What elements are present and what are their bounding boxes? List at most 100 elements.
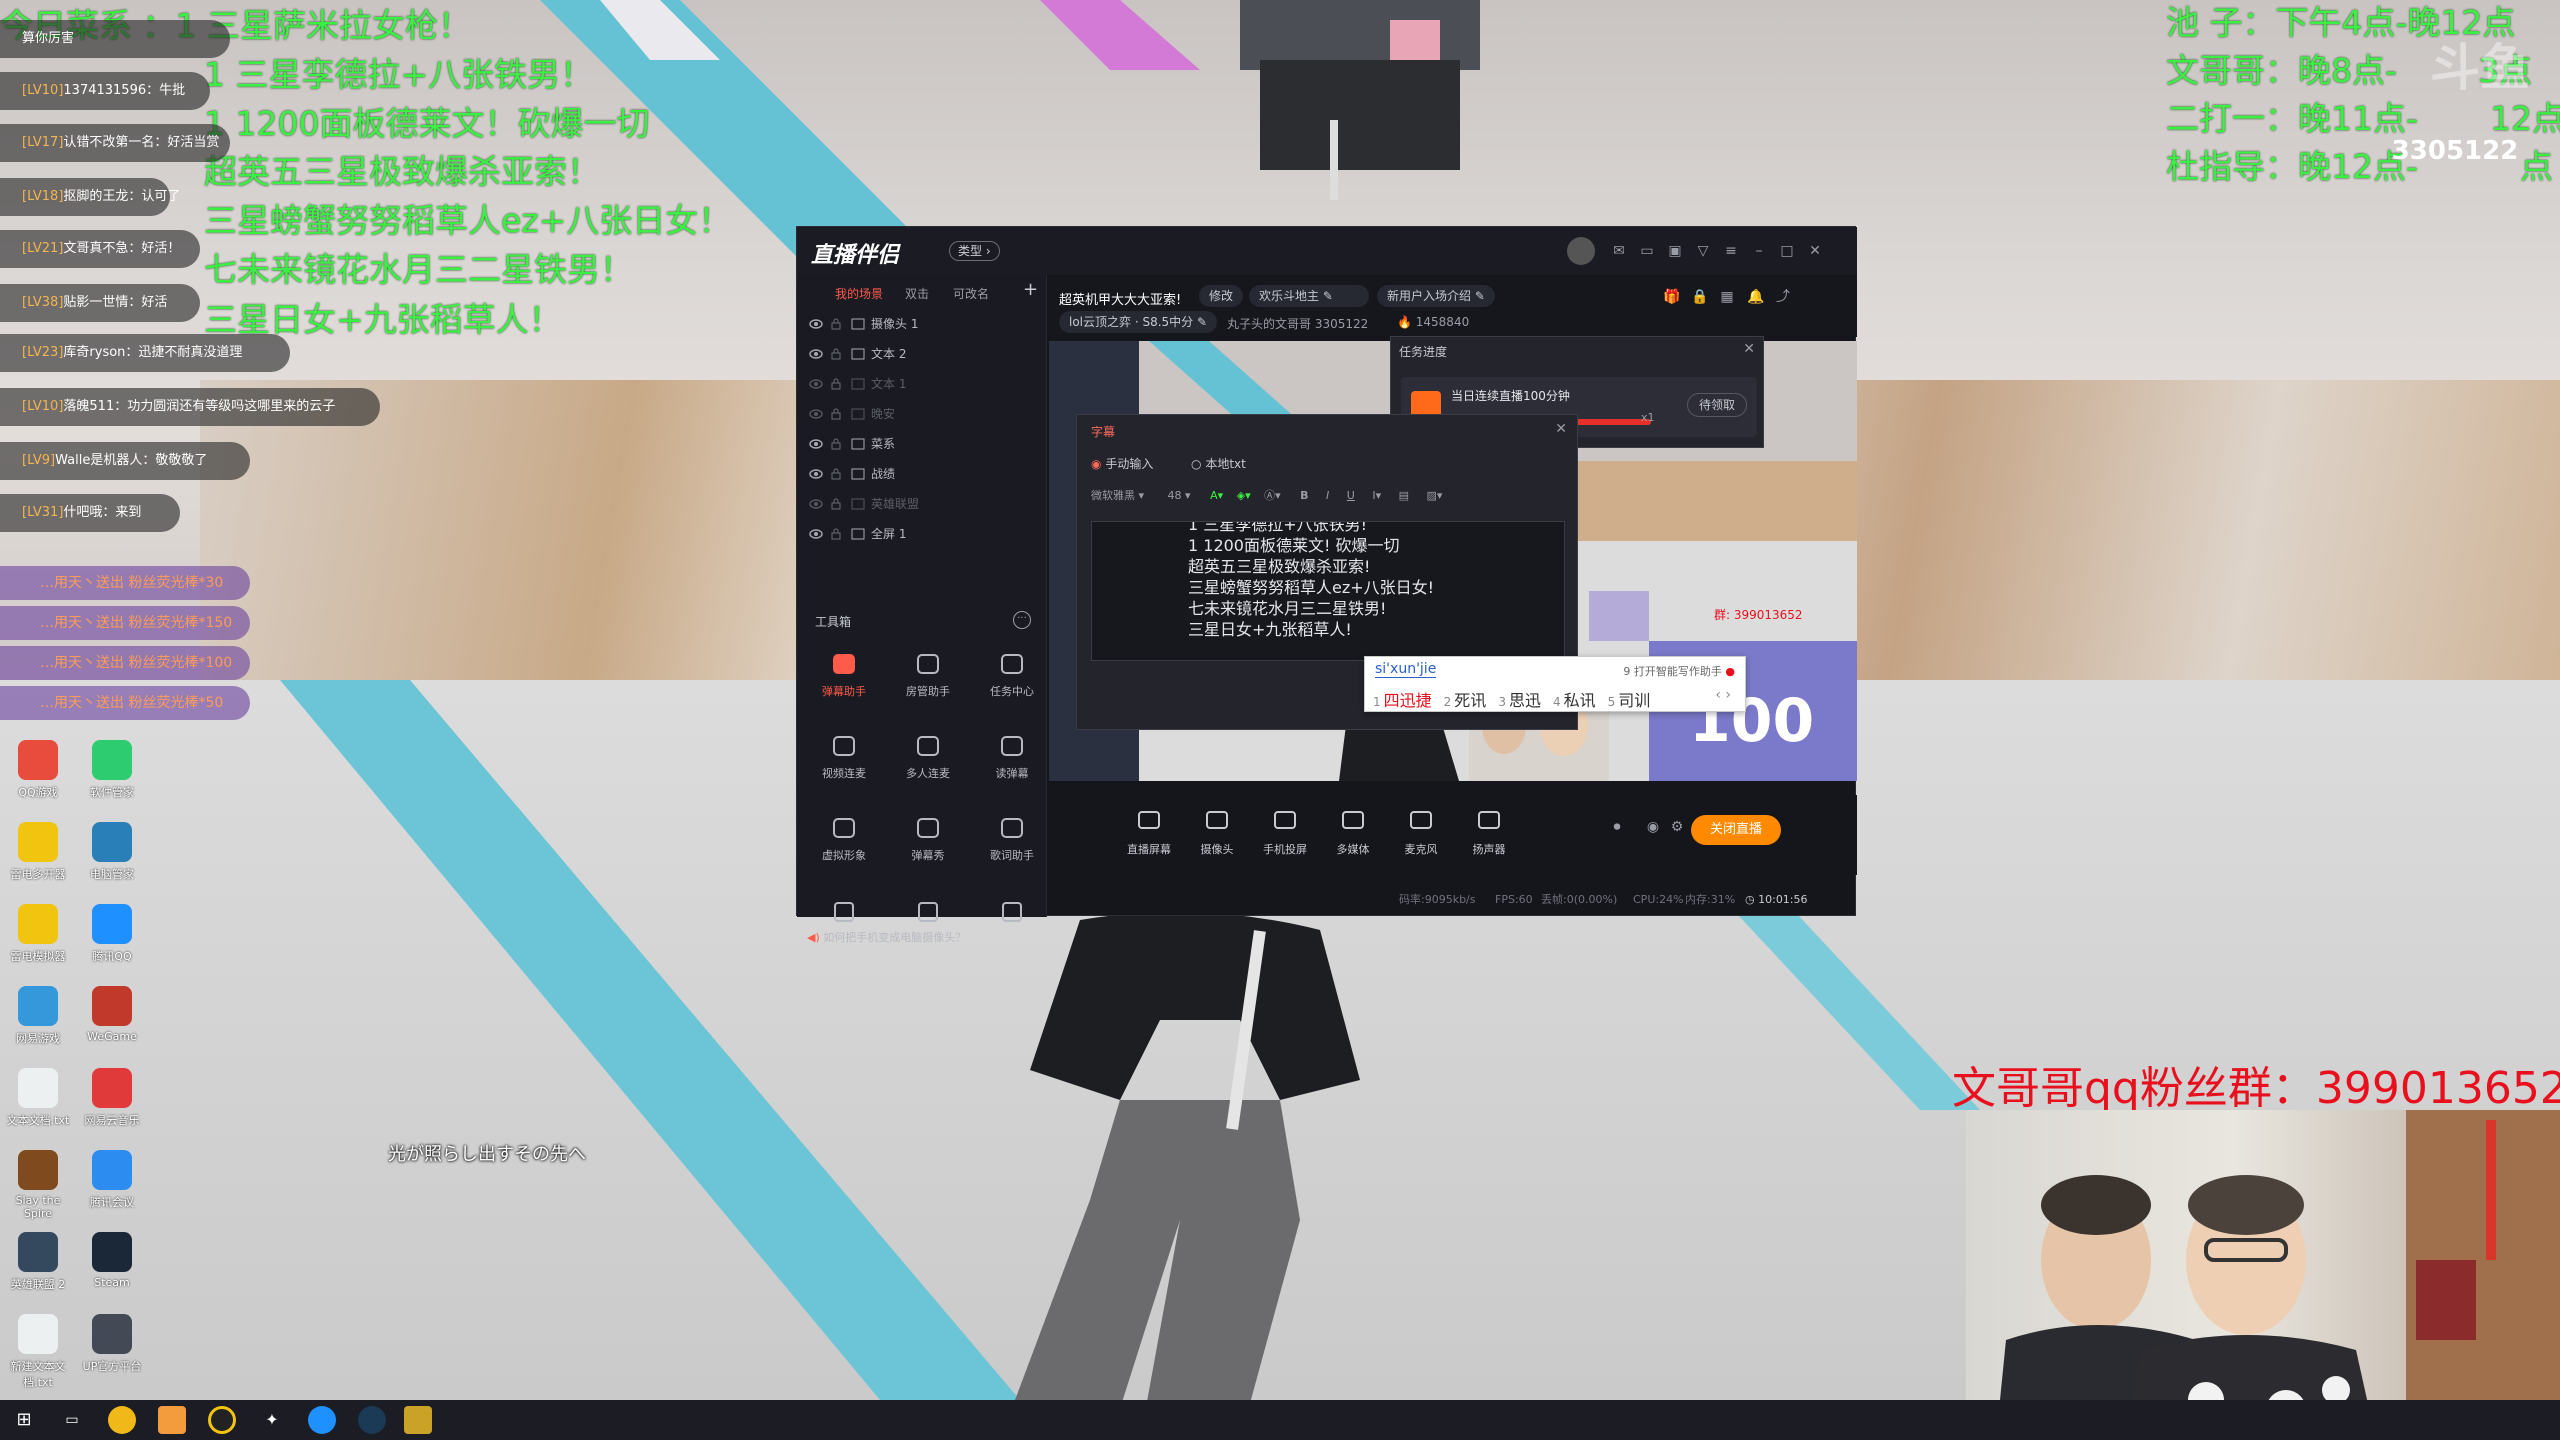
eye-icon[interactable] [809,378,823,390]
eye-icon[interactable] [809,408,823,420]
highlight-icon[interactable]: ◈▾ [1237,489,1251,502]
desktop-icon[interactable]: 电脑管家 [76,822,148,882]
underline-icon[interactable]: U [1347,489,1355,502]
italic-icon[interactable]: I [1326,489,1329,502]
tool-button[interactable]: 读弹幕 [977,731,1047,781]
subtitle-close-icon[interactable]: ✕ [1555,421,1567,437]
ime-candidate[interactable]: 1 四迅捷 [1373,691,1432,710]
edit-title-button[interactable]: 修改 [1199,285,1244,307]
scene-item[interactable]: 文本 1 [797,369,1047,399]
eye-icon[interactable] [809,318,823,330]
scene-item[interactable]: 英雄联盟 [797,489,1047,519]
tool-button-partial[interactable] [977,897,1047,931]
close-icon[interactable]: ✕ [1807,243,1823,259]
scene-item[interactable]: 菜系 [797,429,1047,459]
eye-icon[interactable] [809,528,823,540]
font-color-icon[interactable]: A▾ [1210,489,1223,502]
radio-local-txt[interactable]: ○ 本地txt [1191,455,1246,472]
layout-icon[interactable]: ▦ [1719,289,1735,305]
bell-icon[interactable]: 🔔 [1747,289,1764,305]
qq-taskbar-icon[interactable] [308,1406,336,1434]
gift-icon[interactable]: 🎁 [1663,289,1680,305]
desktop-icon[interactable]: UP官方平台 [76,1314,148,1374]
tool-button[interactable]: 任务中心 [977,649,1047,699]
scene-item[interactable]: 晚安 [797,399,1047,429]
lock-icon[interactable] [831,377,841,390]
record-icon[interactable]: ⏺ [1609,819,1625,835]
font-select[interactable]: 微软雅黑 ▾ [1091,489,1144,502]
filter-icon[interactable]: ▽ [1695,243,1711,259]
tool-button-partial[interactable] [809,897,879,931]
lock-icon[interactable] [831,347,841,360]
lock-icon[interactable] [831,407,841,420]
tool-button[interactable]: 弹幕助手 [809,649,879,699]
tool-button[interactable]: 虚拟形象 [809,813,879,863]
ime-page-icons[interactable]: ‹ › [1715,687,1731,703]
task-view-icon[interactable]: ▭ [58,1406,86,1434]
control-button[interactable]: 摄像头 [1187,807,1247,857]
tool-button[interactable]: 多人连麦 [893,731,963,781]
eye-icon[interactable] [809,468,823,480]
image-icon[interactable]: ▨▾ [1427,489,1443,502]
live-companion-taskbar-icon[interactable] [158,1406,186,1434]
control-button[interactable]: 扬声器 [1459,807,1519,857]
lock-icon[interactable] [831,527,841,540]
desktop-icon[interactable]: WeGame [76,986,148,1043]
desktop-icon[interactable]: 腾讯会议 [76,1150,148,1210]
scene-item[interactable]: 文本 2 [797,339,1047,369]
lock-icon[interactable] [831,317,841,330]
size-select[interactable]: 48 ▾ [1168,489,1191,502]
desktop-icon[interactable]: 雷电多开器 [2,822,74,882]
scene-item[interactable]: 全屏 1 [797,519,1047,549]
tab-renamable[interactable]: 可改名 [953,285,989,302]
tab-double-click[interactable]: 双击 [905,285,929,302]
eye-icon[interactable]: ◉ [1645,819,1661,835]
minimize-icon[interactable]: – [1751,243,1767,259]
control-button[interactable]: 直播屏幕 [1119,807,1179,857]
scene-item[interactable]: 战绩 [797,459,1047,489]
radio-manual-input[interactable]: ◉ 手动输入 [1091,455,1153,472]
desktop-icon[interactable]: Steam [76,1232,148,1289]
app-taskbar-icon[interactable]: ✦ [258,1406,286,1434]
desktop-icon[interactable]: 腾讯QQ [76,904,148,964]
tab-my-scenes[interactable]: 我的场景 [835,285,883,302]
eye-icon[interactable] [809,348,823,360]
desktop-icon[interactable]: 文本文档.txt [2,1068,74,1128]
browser-taskbar-icon[interactable] [108,1406,136,1434]
mail-icon[interactable]: ✉ [1611,243,1627,259]
windows-start-icon[interactable]: ⊞ [10,1406,38,1434]
ime-candidate[interactable]: 5 司训 [1608,691,1651,710]
task-close-icon[interactable]: ✕ [1743,341,1755,357]
desktop-icon[interactable]: 雷电模拟器 [2,904,74,964]
tool-button[interactable]: 房管助手 [893,649,963,699]
game-taskbar-icon[interactable] [358,1406,386,1434]
ime-candidate[interactable]: 3 思迅 [1498,691,1541,710]
add-scene-icon[interactable]: + [1023,279,1038,300]
lock-icon[interactable] [831,497,841,510]
share-icon[interactable]: ⤴ [1775,289,1791,305]
ime-candidate[interactable]: 2 死讯 [1444,691,1487,710]
scene-item[interactable]: 摄像头 1 [797,309,1047,339]
lock-icon[interactable] [831,467,841,480]
ime-hint[interactable]: 9 打开智能写作助手 ● [1623,663,1735,679]
desktop-icon[interactable]: Slay the Spire [2,1150,74,1220]
eye-icon[interactable] [809,438,823,450]
maximize-icon[interactable]: □ [1779,243,1795,259]
go-live-button[interactable]: 关闭直播 [1691,815,1781,845]
subtitle-text-input[interactable]: 1 三星孪德拉+八张铁男! 1 1200面板德莱文! 砍爆一切 超英五三星极致爆杀亚… [1091,521,1565,661]
align-icon[interactable]: Ⅰ▾ [1372,489,1381,502]
avatar[interactable] [1567,237,1595,265]
desktop-icon[interactable]: 网易游戏 [2,986,74,1046]
tool-button[interactable]: 弹幕秀 [893,813,963,863]
obs-taskbar-icon[interactable] [208,1406,236,1434]
category-pill[interactable]: 欢乐斗地主 ✎ [1249,285,1369,307]
bold-icon[interactable]: B [1300,489,1308,502]
desktop-icon[interactable]: 软件管家 [76,740,148,800]
screen-icon[interactable]: ▭ [1639,243,1655,259]
control-button[interactable]: 手机投屏 [1255,807,1315,857]
lock-icon[interactable] [831,437,841,450]
eye-icon[interactable] [809,498,823,510]
camera-tip[interactable]: ◀) 如何把手机变成电脑摄像头？ [807,929,966,945]
tool-button[interactable]: 视频连麦 [809,731,879,781]
league-taskbar-icon[interactable] [404,1406,432,1434]
